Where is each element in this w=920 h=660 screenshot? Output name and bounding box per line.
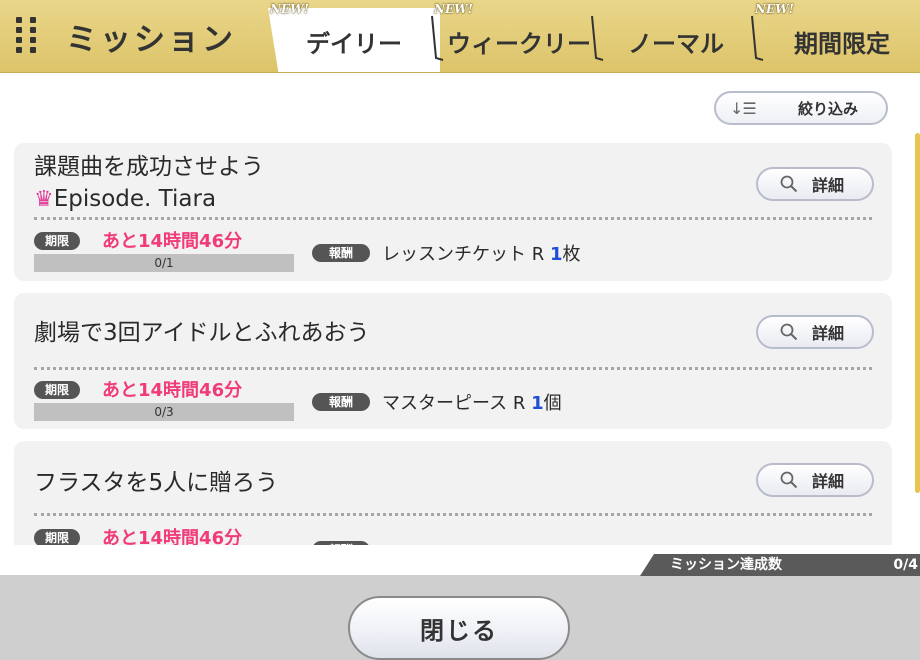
tab-weekly[interactable]: ウィークリー xyxy=(440,8,598,72)
reward-quantity: 1 xyxy=(531,393,544,414)
tab-weekly-label: ウィークリー xyxy=(447,29,591,58)
mission-card: フラスタを5人に贈ろう 詳細 期限 あと14時間46分 報酬 xyxy=(14,441,892,545)
divider xyxy=(34,217,872,220)
reward-info: マスターピース R 1個 xyxy=(382,389,562,415)
progress-text: 0/1 xyxy=(154,256,174,270)
mission-subtitle: ♛Episode. Tiara xyxy=(34,183,216,216)
detail-button[interactable]: 詳細 xyxy=(756,463,874,497)
time-remaining: あと14時間46分 xyxy=(102,380,243,401)
sort-icon: ↓☰ xyxy=(730,98,757,118)
detail-button-label: 詳細 xyxy=(812,472,845,491)
progress-bar: 0/3 xyxy=(34,403,294,421)
mission-card: 劇場で3回アイドルとふれあおう 詳細 期限 あと14時間46分 0/3 報酬 マ… xyxy=(14,293,892,429)
reward-unit: 個 xyxy=(543,393,562,414)
progress-text: 0/3 xyxy=(154,405,174,419)
period-label: 期限 xyxy=(34,381,80,399)
new-badge-weekly: NEW! xyxy=(434,2,473,16)
divider xyxy=(34,513,872,516)
new-badge-daily: NEW! xyxy=(270,2,309,16)
filter-button-label: 絞り込み xyxy=(798,99,859,118)
reward-label: 報酬 xyxy=(312,244,370,262)
divider xyxy=(34,367,872,370)
filter-button[interactable]: ↓☰ 絞り込み xyxy=(714,91,888,125)
search-icon xyxy=(780,175,798,193)
reward-quantity: 1 xyxy=(549,244,563,265)
search-icon xyxy=(780,471,798,489)
achievement-value: 0/4 xyxy=(893,557,918,573)
tab-daily-label: デイリー xyxy=(306,29,402,58)
close-button-label: 閉じる xyxy=(420,616,498,645)
page-title: ミッション xyxy=(66,22,236,58)
tab-separator xyxy=(751,15,764,61)
mission-title: 課題曲を成功させよう xyxy=(34,154,264,180)
scrollbar[interactable] xyxy=(915,133,920,493)
menu-icon[interactable] xyxy=(16,17,40,55)
reward-name: レッスンチケット R xyxy=(382,244,545,265)
achievement-label: ミッション達成数 xyxy=(670,557,782,573)
mission-list-area[interactable]: ↓☰ 絞り込み 課題曲を成功させよう ♛Episode. Tiara 詳細 期限… xyxy=(0,73,920,545)
tab-separator xyxy=(591,15,604,61)
mission-subtitle-text: Episode. Tiara xyxy=(53,186,217,212)
detail-button-label: 詳細 xyxy=(812,176,845,195)
tab-limited-label: 期間限定 xyxy=(794,29,890,58)
detail-button[interactable]: 詳細 xyxy=(756,315,874,349)
reward-unit: 枚 xyxy=(562,244,581,265)
mission-title: 劇場で3回アイドルとふれあおう xyxy=(34,320,370,346)
detail-button[interactable]: 詳細 xyxy=(756,167,874,201)
tab-normal-label: ノーマル xyxy=(628,29,724,58)
new-badge-limited: NEW! xyxy=(755,2,794,16)
reward-info: レッスンチケット R 1枚 xyxy=(382,240,581,266)
search-icon xyxy=(780,323,798,341)
period-label: 期限 xyxy=(34,529,80,545)
reward-label: 報酬 xyxy=(312,393,370,411)
tab-limited[interactable]: 期間限定 xyxy=(776,8,908,72)
tab-daily[interactable]: デイリー xyxy=(268,8,440,72)
achievement-counter: ミッション達成数 0/4 xyxy=(640,554,920,576)
tab-normal[interactable]: ノーマル xyxy=(606,8,746,72)
detail-button-label: 詳細 xyxy=(812,324,845,343)
reward-name: マスターピース R xyxy=(382,393,526,414)
mission-card: 課題曲を成功させよう ♛Episode. Tiara 詳細 期限 あと14時間4… xyxy=(14,143,892,281)
close-button[interactable]: 閉じる xyxy=(348,596,570,660)
header-bar: ミッション デイリー NEW! ウィークリー NEW! ノーマル 期間限定 NE… xyxy=(0,0,920,73)
crown-icon: ♛ xyxy=(34,187,54,212)
time-remaining: あと14時間46分 xyxy=(102,528,243,545)
time-remaining: あと14時間46分 xyxy=(102,231,243,252)
progress-bar: 0/1 xyxy=(34,254,294,272)
period-label: 期限 xyxy=(34,232,80,250)
mission-title: フラスタを5人に贈ろう xyxy=(34,470,279,496)
